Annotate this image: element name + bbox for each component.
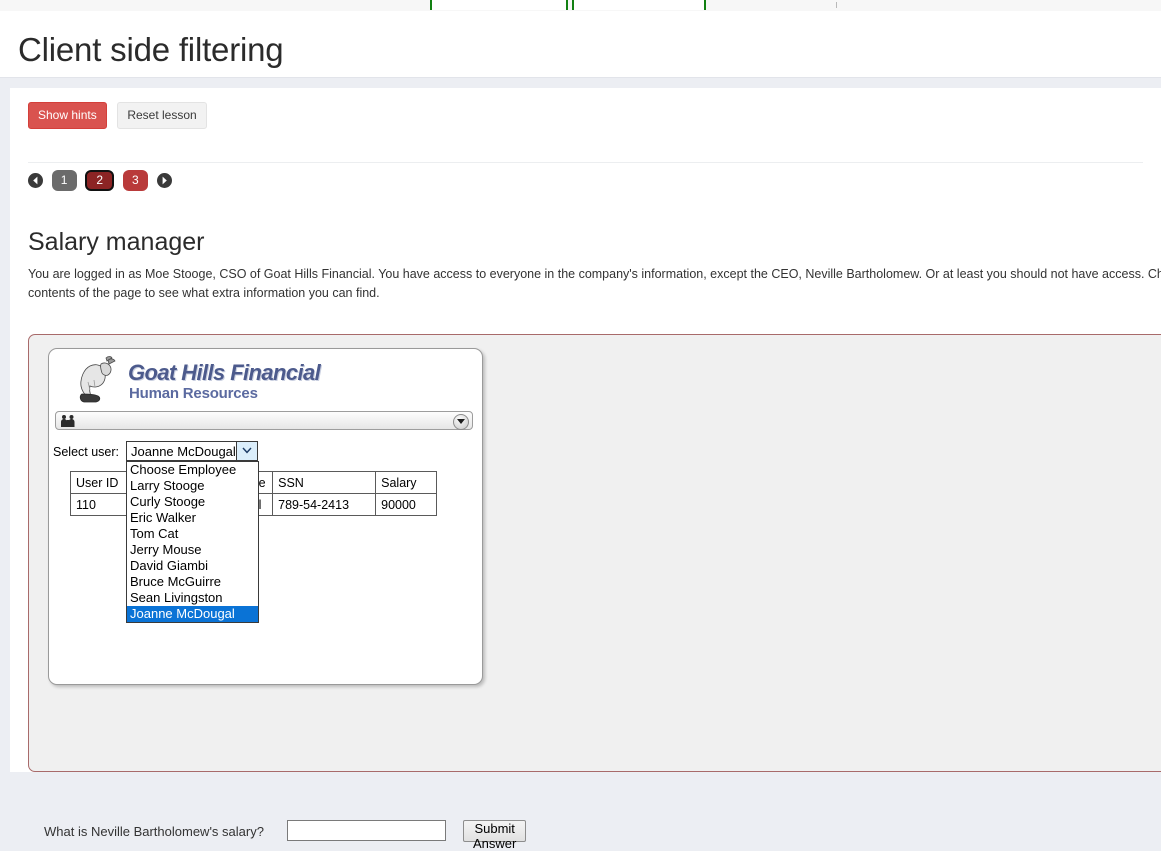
show-hints-button[interactable]: Show hints bbox=[28, 102, 107, 129]
reset-lesson-button[interactable]: Reset lesson bbox=[117, 102, 207, 129]
lesson-heading: Salary manager bbox=[28, 228, 205, 256]
lesson-content-card: Show hints Reset lesson 1 2 3 Salary man… bbox=[10, 88, 1161, 851]
option-choose-employee[interactable]: Choose Employee bbox=[127, 462, 258, 478]
option-bruce-mcguirre[interactable]: Bruce McGuirre bbox=[127, 574, 258, 590]
option-david-giambi[interactable]: David Giambi bbox=[127, 558, 258, 574]
ghost-tab-1[interactable] bbox=[430, 0, 568, 10]
select-user-label: Select user: bbox=[53, 445, 120, 459]
cell-ssn: 789-54-2413 bbox=[272, 493, 377, 516]
goat-hills-subtitle: Human Resources bbox=[129, 385, 258, 402]
option-tom-cat[interactable]: Tom Cat bbox=[127, 526, 258, 542]
select-user-options-list[interactable]: Choose Employee Larry Stooge Curly Stoog… bbox=[126, 461, 259, 623]
cell-user-id: 110 bbox=[70, 493, 128, 516]
goat-app-toolbar bbox=[55, 411, 473, 430]
option-larry-stooge[interactable]: Larry Stooge bbox=[127, 478, 258, 494]
select-user-value: Joanne McDougal bbox=[131, 444, 236, 459]
column-header-salary: Salary bbox=[375, 471, 438, 494]
arrow-left-icon[interactable] bbox=[28, 173, 43, 188]
goat-hills-title: Goat Hills Financial bbox=[128, 360, 321, 385]
hint-area bbox=[28, 134, 1143, 163]
lesson-panel: Goat Hills Financial Human Resources Sel… bbox=[28, 334, 1161, 851]
submit-answer-button[interactable]: Submit Answer bbox=[463, 820, 527, 851]
answer-input[interactable] bbox=[287, 820, 446, 841]
select-user-dropdown[interactable]: Joanne McDougal bbox=[126, 441, 258, 461]
page-title: Client side filtering bbox=[18, 31, 284, 68]
goat-logo-icon bbox=[79, 356, 116, 403]
cell-salary: 90000 bbox=[375, 493, 438, 516]
ghost-tab-2[interactable] bbox=[572, 0, 706, 10]
goat-hills-brand-header: Goat Hills Financial Human Resources bbox=[49, 349, 482, 410]
strip-tick bbox=[836, 2, 837, 8]
pagination-page-2[interactable]: 2 bbox=[85, 170, 115, 191]
lesson-intro-text: You are logged in as Moe Stooge, CSO of … bbox=[28, 267, 1161, 300]
chevron-down-icon[interactable] bbox=[236, 442, 257, 460]
column-header-user-id: User ID bbox=[70, 471, 128, 494]
option-sean-livingston[interactable]: Sean Livingston bbox=[127, 590, 258, 606]
chevron-down-circle-icon[interactable] bbox=[453, 414, 469, 430]
lesson-controls: Show hints Reset lesson bbox=[28, 102, 207, 129]
pagination-page-1[interactable]: 1 bbox=[51, 170, 77, 191]
pagination-page-3[interactable]: 3 bbox=[122, 170, 148, 191]
arrow-right-icon[interactable] bbox=[156, 173, 172, 188]
option-jerry-mouse[interactable]: Jerry Mouse bbox=[127, 542, 258, 558]
column-header-ssn: SSN bbox=[272, 471, 377, 494]
people-icon[interactable] bbox=[60, 414, 76, 428]
option-eric-walker[interactable]: Eric Walker bbox=[127, 510, 258, 526]
option-joanne-mcdougal[interactable]: Joanne McDougal bbox=[127, 606, 258, 622]
question-label: What is Neville Bartholomew's salary? bbox=[44, 824, 264, 839]
option-curly-stooge[interactable]: Curly Stooge bbox=[127, 494, 258, 510]
lesson-pagination: 1 2 3 bbox=[28, 170, 177, 194]
page-title-card: Client side filtering bbox=[0, 11, 1161, 78]
goat-hills-app-window: Goat Hills Financial Human Resources Sel… bbox=[48, 348, 483, 685]
